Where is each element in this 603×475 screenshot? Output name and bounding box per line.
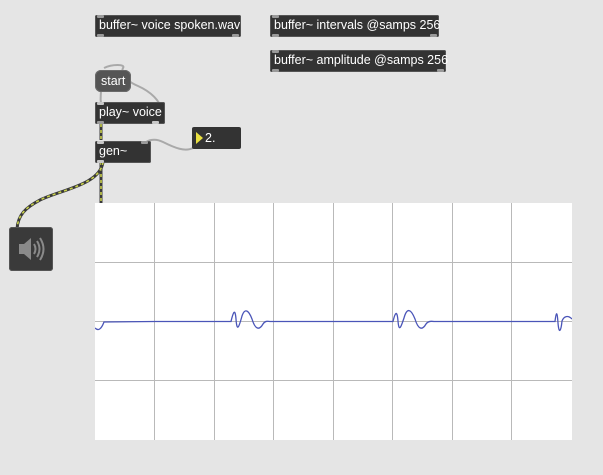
play-triangle-icon — [196, 132, 203, 144]
gen-label: gen~ — [99, 144, 128, 158]
number-box-value: 2. — [205, 131, 216, 145]
outlet[interactable] — [272, 69, 279, 72]
inlet[interactable] — [141, 141, 148, 144]
outlet[interactable] — [437, 69, 444, 72]
outlet[interactable] — [97, 121, 104, 124]
outlet[interactable] — [152, 121, 159, 124]
scope-display[interactable] — [94, 203, 573, 440]
patcher-canvas[interactable]: buffer~ voice spoken.wav buffer~ interva… — [0, 0, 603, 475]
outlet[interactable] — [97, 34, 104, 37]
number-box[interactable]: 2. — [192, 127, 241, 149]
buffer-intervals-object[interactable]: buffer~ intervals @samps 256 — [270, 15, 441, 37]
buffer-voice-object[interactable]: buffer~ voice spoken.wav — [95, 15, 241, 37]
scope-grid — [94, 203, 573, 440]
outlet[interactable] — [97, 160, 104, 163]
cord-gen-to-dac[interactable] — [15, 161, 105, 230]
buffer-amplitude-object[interactable]: buffer~ amplitude @samps 256 — [270, 50, 449, 72]
cord-number-to-gen[interactable] — [144, 138, 194, 151]
outlet[interactable] — [232, 34, 239, 37]
outlet[interactable] — [272, 34, 279, 37]
cord-gen-to-dac-dash — [16, 161, 104, 230]
start-message-label: start — [101, 74, 126, 88]
start-message[interactable]: start — [95, 70, 131, 92]
buffer-voice-label: buffer~ voice spoken.wav — [99, 18, 241, 32]
buffer-amplitude-label: buffer~ amplitude @samps 256 — [274, 53, 449, 67]
speaker-icon — [19, 237, 45, 261]
play-voice-label: play~ voice — [99, 105, 162, 119]
ezdac-speaker-button[interactable] — [9, 227, 53, 271]
play-voice-object[interactable]: play~ voice — [95, 102, 165, 124]
gen-object[interactable]: gen~ — [95, 141, 151, 163]
outlet[interactable] — [430, 34, 437, 37]
buffer-intervals-label: buffer~ intervals @samps 256 — [274, 18, 441, 32]
